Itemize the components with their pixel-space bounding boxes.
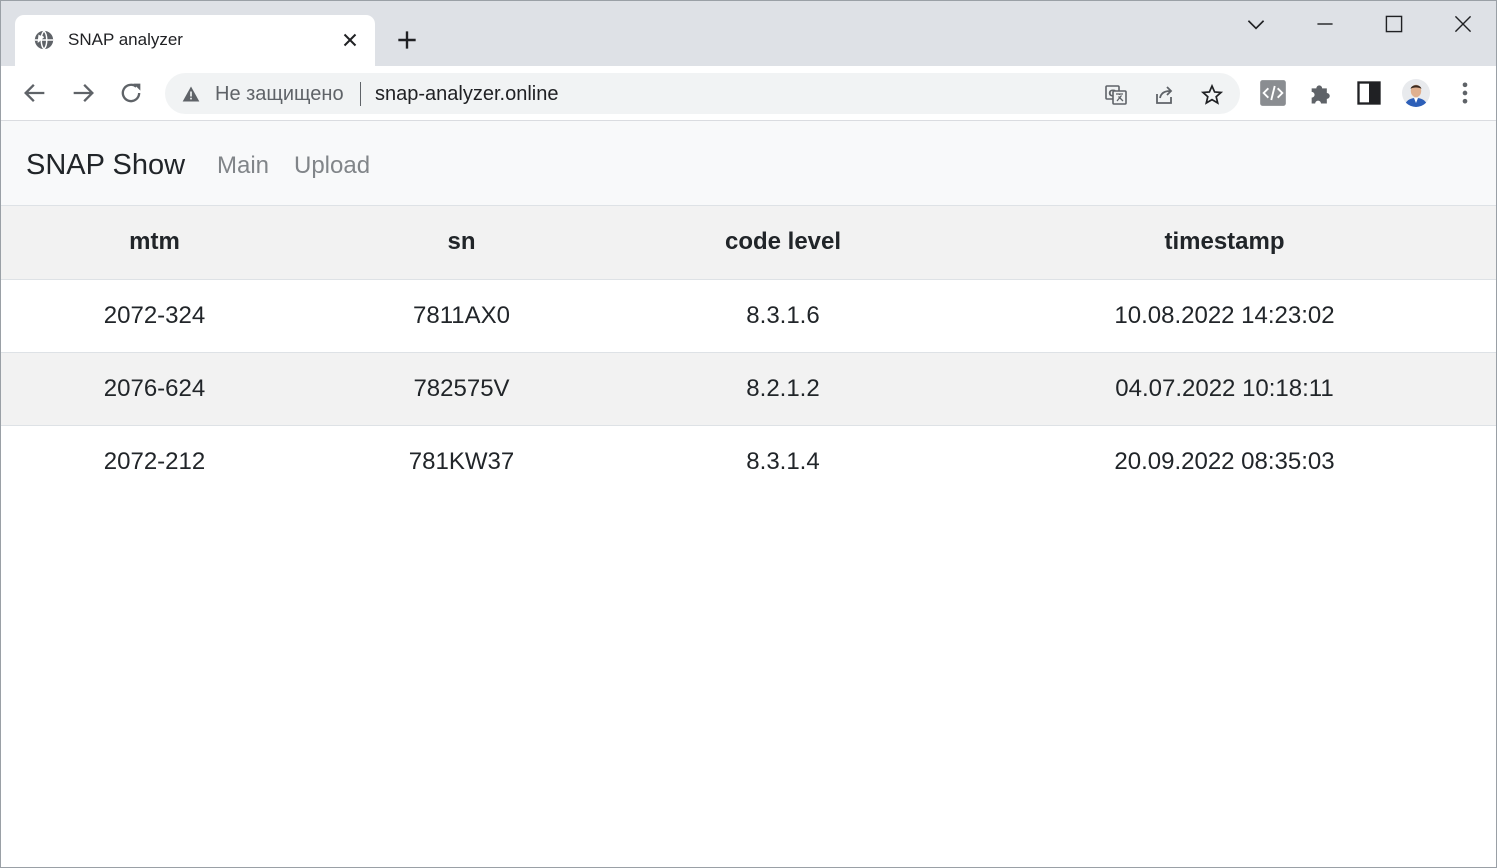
- cell-timestamp: 04.07.2022 10:18:11: [1115, 374, 1334, 402]
- security-label[interactable]: Не защищено: [215, 83, 344, 106]
- warning-triangle-icon[interactable]: [181, 84, 201, 104]
- cell-sn: 782575V: [413, 374, 510, 402]
- site-navbar: SNAP Show Main Upload: [1, 121, 1496, 206]
- profile-picture: [1402, 79, 1430, 107]
- cell-mtm: 2072-324: [103, 301, 206, 329]
- brand-link[interactable]: SNAP Show: [26, 149, 185, 182]
- cell-code-level: 8.3.1.6: [746, 301, 820, 329]
- puzzle-icon[interactable]: [1307, 79, 1335, 107]
- cell-code-level: 8.2.1.2: [746, 374, 820, 402]
- share-icon[interactable]: [1152, 83, 1176, 107]
- browser-toolbar: Не защищено snap-analyzer.online G: [1, 66, 1496, 121]
- snap-table: mtm sn code level timestamp 2072-324 781…: [1, 206, 1496, 498]
- column-header-code-level: code level: [615, 206, 951, 280]
- translate-icon[interactable]: G: [1104, 83, 1128, 107]
- column-header-mtm: mtm: [1, 206, 308, 280]
- maximize-icon[interactable]: [1381, 11, 1407, 37]
- cell-sn: 7811AX0: [413, 301, 510, 329]
- close-icon[interactable]: [339, 29, 361, 51]
- table-row[interactable]: 2076-624 782575V 8.2.1.2 04.07.2022 10:1…: [1, 352, 1496, 425]
- cell-mtm: 2076-624: [103, 374, 206, 402]
- plus-icon[interactable]: [394, 27, 420, 53]
- cell-sn: 781KW37: [408, 447, 515, 475]
- reload-icon[interactable]: [117, 79, 145, 107]
- page-content: SNAP Show Main Upload mtm sn code level …: [1, 121, 1496, 867]
- arrow-left-icon[interactable]: [21, 79, 49, 107]
- close-window-icon[interactable]: [1450, 11, 1476, 37]
- cell-mtm: 2072-212: [103, 447, 206, 475]
- kebab-menu-icon[interactable]: [1451, 79, 1479, 107]
- column-header-timestamp: timestamp: [951, 206, 1496, 280]
- nav-link-upload[interactable]: Upload: [294, 152, 370, 180]
- nav-link-main[interactable]: Main: [217, 152, 269, 180]
- tab-strip: SNAP analyzer: [1, 1, 1496, 66]
- url-text[interactable]: snap-analyzer.online: [375, 83, 558, 106]
- tab-active[interactable]: SNAP analyzer: [15, 15, 375, 66]
- table-row[interactable]: 2072-324 7811AX0 8.3.1.6 10.08.2022 14:2…: [1, 279, 1496, 352]
- cell-code-level: 8.3.1.4: [746, 447, 820, 475]
- side-panel-icon[interactable]: [1355, 79, 1383, 107]
- avatar[interactable]: [1402, 79, 1430, 107]
- globe-icon: [34, 30, 54, 50]
- browser-window: SNAP analyzer Не защищено snap-analyzer.…: [0, 0, 1497, 868]
- star-icon[interactable]: [1200, 83, 1224, 107]
- address-bar[interactable]: Не защищено snap-analyzer.online G: [165, 73, 1240, 114]
- arrow-right-icon[interactable]: [69, 79, 97, 107]
- separator: [360, 82, 361, 106]
- cell-timestamp: 10.08.2022 14:23:02: [1114, 301, 1335, 329]
- table-header-row: mtm sn code level timestamp: [1, 206, 1496, 280]
- code-icon[interactable]: [1259, 79, 1287, 107]
- cell-timestamp: 20.09.2022 08:35:03: [1114, 447, 1335, 475]
- column-header-sn: sn: [308, 206, 615, 280]
- chevron-down-icon[interactable]: [1243, 11, 1269, 37]
- tab-title: SNAP analyzer: [68, 30, 183, 49]
- table-row[interactable]: 2072-212 781KW37 8.3.1.4 20.09.2022 08:3…: [1, 425, 1496, 498]
- minimize-icon[interactable]: [1312, 11, 1338, 37]
